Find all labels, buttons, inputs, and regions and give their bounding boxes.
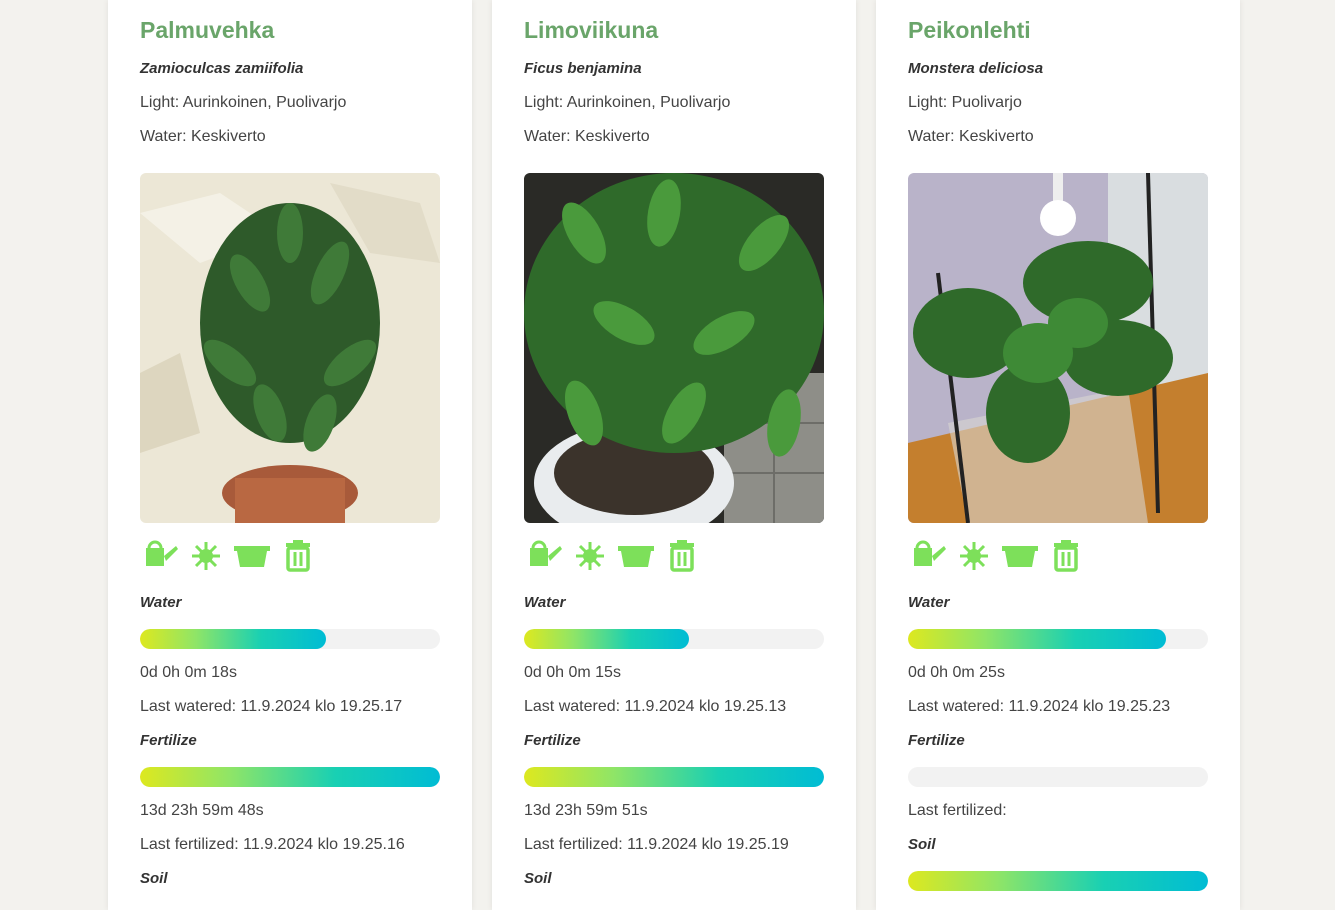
soil-heading: Soil [524, 870, 552, 887]
plant-card: Peikonlehti Monstera deliciosa Light: Pu… [876, 0, 1240, 910]
plant-name: Peikonlehti [908, 17, 1031, 43]
repot-icon[interactable] [232, 534, 272, 574]
plant-water-need: Water: Keskiverto [908, 128, 1034, 145]
plant-latin-name: Zamioculcas zamiifolia [140, 60, 304, 77]
plant-photo [908, 173, 1208, 523]
plant-latin-name: Ficus benjamina [524, 60, 642, 77]
soil-progress-fill [908, 871, 1208, 891]
water-timer: 0d 0h 0m 18s [140, 664, 237, 681]
watering-can-icon[interactable] [524, 534, 564, 574]
water-progress-bar [524, 629, 824, 649]
fertilize-timer: 13d 23h 59m 51s [524, 802, 648, 819]
water-heading: Water [524, 594, 566, 611]
watering-can-icon[interactable] [140, 534, 180, 574]
fertilizer-icon[interactable] [570, 534, 610, 574]
plant-actions [140, 534, 318, 574]
plant-card: Limoviikuna Ficus benjamina Light: Aurin… [492, 0, 856, 910]
soil-heading: Soil [140, 870, 168, 887]
last-fertilized: Last fertilized: 11.9.2024 klo 19.25.19 [524, 836, 789, 853]
plant-light: Light: Aurinkoinen, Puolivarjo [524, 94, 731, 111]
water-timer: 0d 0h 0m 15s [524, 664, 621, 681]
last-watered: Last watered: 11.9.2024 klo 19.25.23 [908, 698, 1171, 715]
fertilize-progress-bar [908, 767, 1208, 787]
fertilizer-icon[interactable] [186, 534, 226, 574]
plant-photo [140, 173, 440, 523]
fertilize-progress-bar [140, 767, 440, 787]
water-progress-bar [908, 629, 1208, 649]
water-heading: Water [908, 594, 950, 611]
soil-heading: Soil [908, 836, 936, 853]
fertilize-heading: Fertilize [908, 732, 965, 749]
fertilize-heading: Fertilize [140, 732, 197, 749]
plant-light: Light: Aurinkoinen, Puolivarjo [140, 94, 347, 111]
plant-grid: Palmuvehka Zamioculcas zamiifolia Light:… [108, 0, 1240, 910]
fertilize-progress-bar [524, 767, 824, 787]
plant-name: Palmuvehka [140, 17, 275, 43]
repot-icon[interactable] [616, 534, 656, 574]
plant-photo [524, 173, 824, 523]
last-fertilized: Last fertilized: 11.9.2024 klo 19.25.16 [140, 836, 405, 853]
water-progress-bar [140, 629, 440, 649]
last-fertilized: Last fertilized: [908, 802, 1007, 819]
plant-water-need: Water: Keskiverto [524, 128, 650, 145]
plant-light: Light: Puolivarjo [908, 94, 1022, 111]
water-progress-fill [140, 629, 326, 649]
plant-name: Limoviikuna [524, 17, 659, 43]
delete-icon[interactable] [1046, 534, 1086, 574]
last-watered: Last watered: 11.9.2024 klo 19.25.17 [140, 698, 403, 715]
fertilize-heading: Fertilize [524, 732, 581, 749]
plant-actions [908, 534, 1086, 574]
fertilize-timer: 13d 23h 59m 48s [140, 802, 264, 819]
fertilize-progress-fill [524, 767, 824, 787]
repot-icon[interactable] [1000, 534, 1040, 574]
plant-actions [524, 534, 702, 574]
soil-progress-bar [908, 871, 1208, 891]
plant-latin-name: Monstera deliciosa [908, 60, 1044, 77]
fertilizer-icon[interactable] [954, 534, 994, 574]
plant-card: Palmuvehka Zamioculcas zamiifolia Light:… [108, 0, 472, 910]
delete-icon[interactable] [278, 534, 318, 574]
watering-can-icon[interactable] [908, 534, 948, 574]
water-progress-fill [908, 629, 1166, 649]
last-watered: Last watered: 11.9.2024 klo 19.25.13 [524, 698, 787, 715]
water-heading: Water [140, 594, 182, 611]
fertilize-progress-fill [140, 767, 440, 787]
water-progress-fill [524, 629, 689, 649]
delete-icon[interactable] [662, 534, 702, 574]
water-timer: 0d 0h 0m 25s [908, 664, 1005, 681]
plant-water-need: Water: Keskiverto [140, 128, 266, 145]
